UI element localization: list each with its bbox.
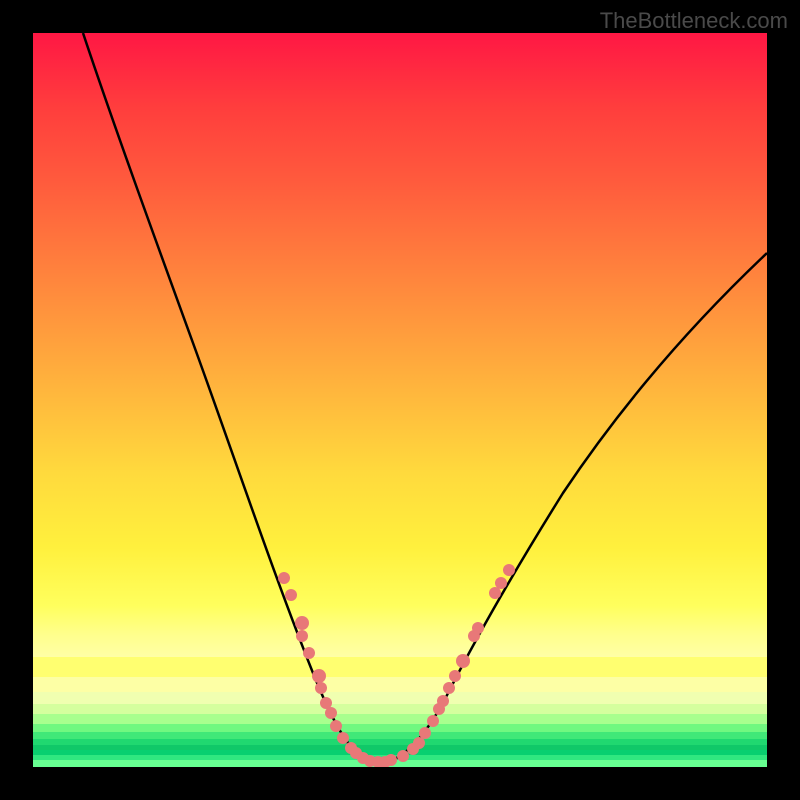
watermark-text: TheBottleneck.com [600, 8, 788, 34]
data-points-left-branch [278, 572, 369, 764]
chart-svg [33, 33, 767, 767]
chart-container [33, 33, 767, 767]
data-points-right-branch [385, 564, 515, 766]
bottleneck-curve [83, 33, 767, 762]
